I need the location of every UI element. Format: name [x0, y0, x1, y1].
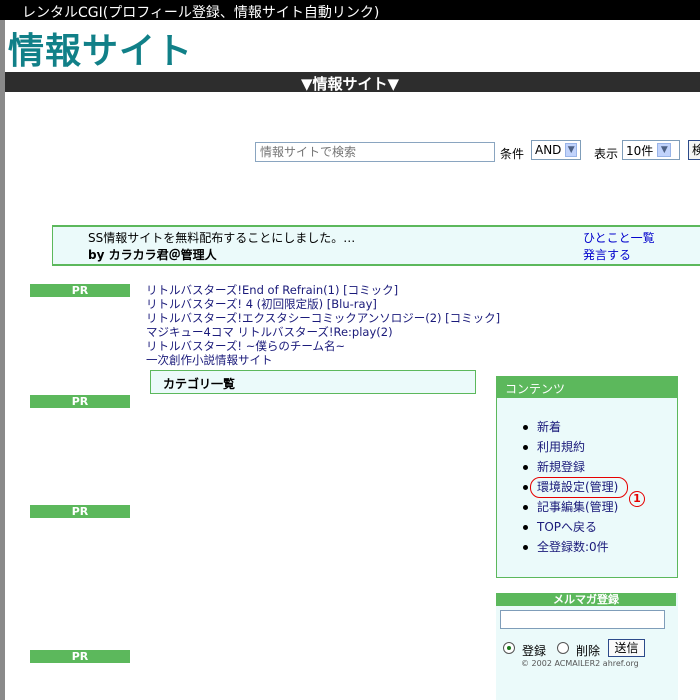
condition-label: 条件 — [500, 147, 525, 161]
contents-header: コンテンツ — [497, 377, 677, 398]
contents-item-label: TOPへ戻る — [537, 520, 598, 534]
notice-text-link[interactable]: SS情報サイトを無料配布することにしました。… — [88, 229, 355, 246]
pr-label: PR — [30, 284, 130, 297]
display-count-select[interactable]: 10件 ▼ — [622, 140, 680, 160]
mailmag-email-input[interactable] — [500, 610, 665, 629]
contents-item-edit[interactable]: 記事編集(管理) — [520, 500, 618, 520]
contents-item-label: 利用規約 — [537, 440, 586, 454]
bullet-icon — [523, 505, 528, 510]
contents-item-terms[interactable]: 利用規約 — [520, 440, 618, 460]
send-button[interactable]: 送信 — [608, 639, 645, 657]
bullet-icon — [523, 525, 528, 530]
contents-item-label: 新規登録 — [537, 460, 586, 474]
delete-radio-label: 削除 — [576, 644, 601, 658]
delete-radio[interactable] — [557, 642, 569, 654]
condition-select-value: AND — [535, 143, 562, 157]
condition-select[interactable]: AND ▼ — [531, 140, 581, 160]
pr-link[interactable]: マジキュー4コマ リトルバスターズ!Re:play(2) — [146, 325, 500, 339]
pr-link-list: リトルバスターズ!End of Refrain(1) [コミック] リトルバスタ… — [146, 283, 500, 367]
notice-author: by カラカラ君＠管理人 — [88, 248, 217, 262]
mailmag-header: メルマガ登録 — [496, 593, 676, 606]
contents-item-label: 全登録数:0件 — [537, 540, 609, 554]
contents-item-label: 記事編集(管理) — [537, 500, 619, 514]
display-count-select-value: 10件 — [626, 143, 654, 158]
register-radio-label: 登録 — [522, 644, 547, 658]
pr-link[interactable]: リトルバスターズ!エクスタシーコミックアンソロジー(2) [コミック] — [146, 311, 500, 325]
annotation-highlight-ring — [530, 477, 628, 498]
register-radio[interactable] — [503, 642, 515, 654]
pr-label: PR — [30, 505, 130, 518]
left-edge-strip — [0, 20, 5, 700]
pr-link[interactable]: リトルバスターズ! 4 (初回限定版) [Blu-ray] — [146, 297, 500, 311]
bullet-icon — [523, 545, 528, 550]
pr-link[interactable]: リトルバスターズ!End of Refrain(1) [コミック] — [146, 283, 500, 297]
pr-link[interactable]: 一次創作小説情報サイト — [146, 353, 500, 367]
bullet-icon — [523, 445, 528, 450]
pr-label: PR — [30, 395, 130, 408]
pr-label: PR — [30, 650, 130, 663]
display-count-label: 表示 — [594, 147, 619, 161]
pr-link[interactable]: リトルバスターズ! ~僕らのチーム名~ — [146, 339, 500, 353]
contents-item-label: 新着 — [537, 420, 562, 434]
bullet-icon — [523, 485, 528, 490]
window-title: レンタルCGI(プロフィール登録、情報サイト自動リンク) — [22, 5, 380, 21]
bullet-icon — [523, 425, 528, 430]
contents-item-total: 全登録数:0件 — [520, 540, 618, 560]
chevron-down-icon: ▼ — [565, 143, 577, 157]
nav-bar-label[interactable]: ▼情報サイト▼ — [0, 73, 700, 94]
category-heading: カテゴリ一覧 — [163, 377, 236, 391]
contents-item-top[interactable]: TOPへ戻る — [520, 520, 618, 540]
contents-item-new[interactable]: 新着 — [520, 420, 618, 440]
comment-list-link[interactable]: ひとこと一覧 — [583, 229, 655, 246]
post-comment-link[interactable]: 発言する — [583, 246, 631, 263]
search-input[interactable] — [255, 142, 495, 162]
chevron-down-icon: ▼ — [657, 143, 672, 157]
copyright-text: © 2002 ACMAILER2 ahref.org — [521, 659, 639, 668]
search-button[interactable]: 検 — [688, 140, 700, 160]
site-title[interactable]: 情報サイト — [8, 22, 193, 74]
bullet-icon — [523, 465, 528, 470]
annotation-number: 1 — [629, 491, 645, 507]
